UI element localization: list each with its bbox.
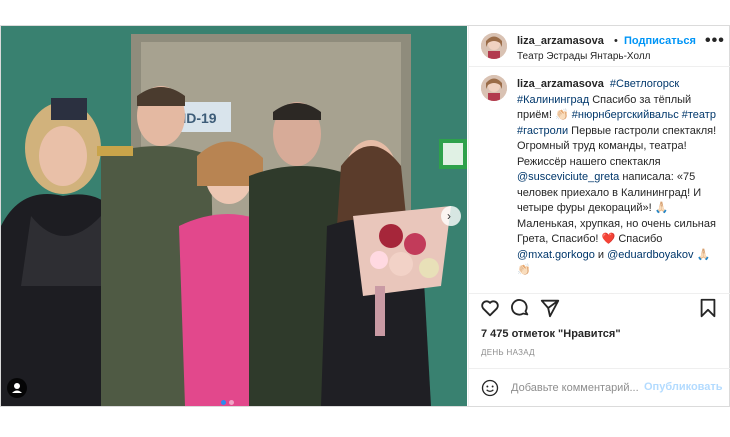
mention-link[interactable]: @eduardboyakov <box>607 249 693 261</box>
caption-segment: Маленькая, хрупкая, но очень сильная Гре… <box>517 217 716 246</box>
pray-emoji: 🙏🏻 <box>654 202 669 214</box>
post-photo[interactable]: VID-19 › <box>1 26 467 406</box>
post-timestamp[interactable]: ДЕНЬ НАЗАД <box>481 348 535 357</box>
carousel-indicator <box>221 392 251 405</box>
comment-icon[interactable] <box>509 297 531 319</box>
share-icon[interactable] <box>539 297 561 319</box>
hashtag-link[interactable]: #Светлогорск <box>610 78 679 90</box>
caption-area: liza_arzamasova #Светлогорск #Калинингра… <box>469 67 730 294</box>
post-sidebar: liza_arzamasova • Подписаться Театр Эстр… <box>468 26 730 406</box>
heart-icon[interactable] <box>479 297 501 319</box>
carousel-dot-active <box>221 400 226 405</box>
avatar[interactable] <box>481 33 507 59</box>
user-icon <box>12 383 22 393</box>
next-image-button[interactable]: › <box>441 206 461 226</box>
bookmark-icon[interactable] <box>697 297 719 319</box>
post-header: liza_arzamasova • Подписаться Театр Эстр… <box>469 26 730 67</box>
comment-bar: Опубликовать <box>469 368 730 407</box>
likes-count[interactable]: 7 475 отметок "Нравится" <box>481 328 621 340</box>
avatar-image <box>481 33 507 59</box>
avatar-image <box>481 75 507 101</box>
mention-link[interactable]: @mxat.gorkogo <box>517 249 595 261</box>
publish-button[interactable]: Опубликовать <box>644 381 723 393</box>
hashtag-link[interactable]: #Калининград <box>517 94 589 106</box>
follow-button[interactable]: Подписаться <box>624 35 696 47</box>
username-link[interactable]: liza_arzamasova <box>517 35 604 47</box>
more-options-icon[interactable]: ••• <box>705 32 725 50</box>
caption-text: liza_arzamasova #Светлогорск #Калинингра… <box>517 77 720 279</box>
clap-emoji: 👏🏻 <box>555 109 569 121</box>
action-bar <box>479 297 721 323</box>
caption-segment: Спасибо <box>618 233 663 245</box>
hashtag-link[interactable]: #нюрнбергскийвальс <box>572 109 679 121</box>
location-link[interactable]: Театр Эстрады Янтарь-Холл <box>517 51 651 62</box>
mention-link[interactable]: @susceviciute_greta <box>517 171 619 183</box>
pray-emoji: 🙏🏻 <box>696 248 711 261</box>
separator-dot: • <box>614 35 618 47</box>
heart-emoji: ❤️ <box>601 233 616 245</box>
caption-username[interactable]: liza_arzamasova <box>517 78 604 90</box>
hashtag-link[interactable]: #гастроли <box>517 125 568 137</box>
chevron-right-icon: › <box>447 209 451 223</box>
caption-avatar[interactable] <box>481 75 507 101</box>
instagram-post: VID-19 › liza_arzamasova • Подписаться Т… <box>0 25 730 407</box>
carousel-dot <box>229 400 234 405</box>
tagged-users-button[interactable] <box>7 378 27 398</box>
emoji-icon[interactable] <box>481 379 499 397</box>
comment-input[interactable] <box>511 380 661 396</box>
caption-segment: и <box>594 248 605 261</box>
hashtag-link[interactable]: #театр <box>682 109 716 121</box>
clap-emoji: 👏🏻 <box>517 264 531 276</box>
post-photo-illustration: VID-19 <box>1 26 467 406</box>
